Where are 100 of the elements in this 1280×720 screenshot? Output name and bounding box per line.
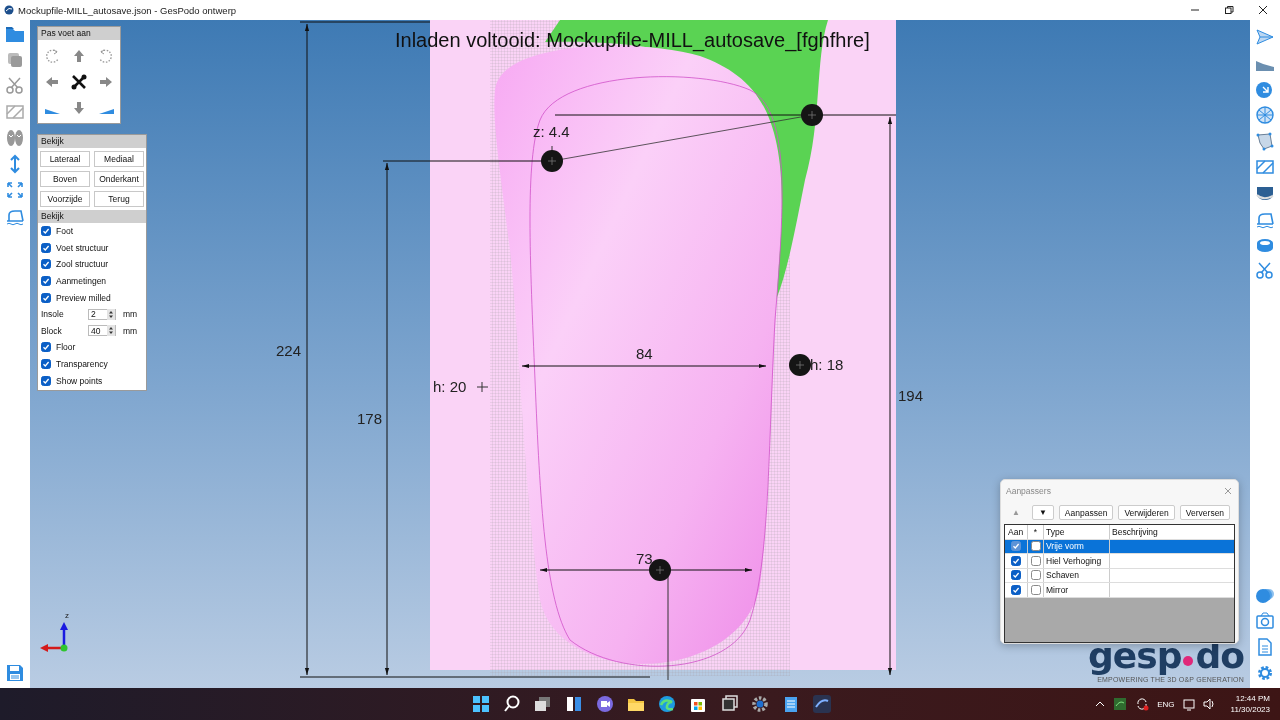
axis-label: z	[65, 611, 69, 620]
sandals-icon[interactable]	[5, 128, 25, 148]
table-cell: Vrije vorm	[1043, 539, 1109, 553]
toolbar-button[interactable]: Verwijderen	[1118, 505, 1175, 520]
mesh-ball-icon[interactable]	[1255, 105, 1275, 125]
checkbox[interactable]	[41, 226, 51, 237]
app-icon[interactable]	[812, 694, 832, 714]
window-title: Mockupfile-MILL_autosave.json - GesPodo ontwerp	[18, 4, 238, 16]
checkbox[interactable]	[1011, 541, 1021, 552]
arrow-down-icon[interactable]	[71, 100, 87, 116]
view-button[interactable]: Mediaal	[94, 151, 144, 167]
browser-icon[interactable]	[657, 694, 677, 714]
measure-point[interactable]	[801, 104, 823, 126]
search-icon[interactable]	[502, 694, 522, 714]
tools-icon[interactable]	[71, 74, 87, 90]
checkbox[interactable]	[41, 342, 51, 353]
checkbox[interactable]	[41, 359, 51, 370]
arrow-right-icon[interactable]	[98, 74, 114, 90]
checkbox[interactable]	[41, 375, 51, 386]
checkbox[interactable]	[1011, 555, 1021, 566]
checkbox[interactable]	[1011, 570, 1021, 581]
option-label: Voet structuur	[56, 242, 109, 253]
option-label: Transparency	[56, 359, 108, 370]
unit-label: mm	[123, 325, 138, 336]
scissors-icon[interactable]	[5, 76, 25, 96]
checkbox[interactable]	[41, 276, 51, 287]
expand-icon[interactable]	[5, 180, 25, 200]
field-label: Block	[41, 325, 63, 336]
table-cell: Hiel Verhoging	[1043, 554, 1109, 568]
volume-icon[interactable]	[1202, 697, 1215, 711]
widgets-icon[interactable]	[564, 694, 584, 714]
dimension-label: 224	[276, 342, 302, 360]
scissors-icon[interactable]	[1255, 261, 1275, 281]
checkbox[interactable]	[1030, 570, 1041, 581]
clock-time[interactable]: 12:44 PM	[1235, 694, 1270, 703]
settings-icon[interactable]	[750, 694, 770, 714]
measure-point[interactable]	[789, 354, 811, 376]
dialog-title: Aanpassers	[1006, 486, 1051, 496]
spin-arrows-icon[interactable]	[107, 308, 115, 320]
checkbox[interactable]	[1011, 584, 1021, 595]
checkbox[interactable]	[41, 242, 51, 253]
option-label: Show points	[56, 375, 103, 386]
chat-icon[interactable]	[595, 694, 615, 714]
dimension-label: 73	[636, 550, 653, 568]
arrow-left-icon[interactable]	[44, 74, 60, 90]
number-field[interactable]: 2	[88, 308, 116, 320]
checkbox[interactable]	[1030, 555, 1041, 566]
column-header: *	[1027, 525, 1043, 539]
number-field[interactable]: 40	[88, 325, 116, 337]
folder-icon[interactable]	[5, 24, 25, 44]
dimension-label: 84	[636, 345, 653, 363]
clock-date[interactable]: 11/30/2023	[1230, 705, 1270, 714]
option-label: Preview milled	[56, 292, 111, 303]
view-button[interactable]: Onderkant	[94, 171, 144, 187]
tray-app-icon[interactable]	[1113, 697, 1128, 711]
option-label: Zool structuur	[56, 259, 108, 270]
checkbox[interactable]	[1030, 541, 1041, 552]
logo-text: do	[1195, 638, 1244, 674]
table-cell: Schaven	[1043, 568, 1109, 582]
settings-icon[interactable]	[1255, 663, 1275, 683]
restore-icon[interactable]	[1224, 5, 1234, 15]
layers-icon[interactable]	[5, 50, 25, 70]
camera-icon[interactable]	[1255, 611, 1275, 631]
table-row[interactable]: Mirror	[1005, 583, 1234, 598]
task-view-icon[interactable]	[533, 694, 553, 714]
view-button[interactable]: Voorzijde	[40, 191, 90, 207]
dimension-label: 194	[898, 387, 924, 405]
sync-icon[interactable]	[1135, 697, 1150, 711]
point-label: h: 20	[433, 378, 467, 396]
document-icon[interactable]	[1255, 637, 1275, 657]
save-icon[interactable]	[5, 663, 25, 683]
column-header: Beschrijving	[1109, 525, 1234, 539]
toolbar-button[interactable]: Verversen	[1179, 505, 1231, 520]
network-icon[interactable]	[1182, 697, 1195, 711]
checkbox[interactable]	[41, 259, 51, 270]
measure-point[interactable]	[541, 150, 563, 172]
rotate-sphere-icon[interactable]	[1255, 79, 1275, 99]
checkbox[interactable]	[1030, 584, 1041, 595]
move-button[interactable]: ▼	[1031, 505, 1054, 520]
close-icon[interactable]	[1258, 5, 1268, 15]
chevron-up-icon[interactable]	[1095, 700, 1106, 708]
unit-label: mm	[123, 309, 138, 320]
hatched-rect-icon[interactable]	[1255, 157, 1275, 177]
option-label: Foot	[56, 226, 73, 237]
windows-stack-icon[interactable]	[719, 694, 739, 714]
start-icon[interactable]	[471, 694, 491, 714]
view-button[interactable]: Terug	[94, 191, 144, 207]
language-indicator[interactable]: ENG	[1157, 699, 1175, 709]
paper-plane-icon[interactable]	[1255, 27, 1275, 47]
view-button[interactable]: Boven	[40, 171, 90, 187]
dot-icon	[1183, 656, 1194, 666]
polygon-icon[interactable]	[1255, 131, 1275, 151]
table-row[interactable]: Hiel Verhoging	[1005, 554, 1234, 569]
column-header: Type	[1043, 525, 1109, 539]
toolbar-button[interactable]: Aanpassen	[1058, 505, 1114, 520]
arrow-up-icon[interactable]	[71, 48, 87, 64]
spin-arrows-icon[interactable]	[107, 325, 115, 337]
panel-title: Pas voet aan	[38, 27, 120, 40]
view-button[interactable]: Lateraal	[40, 151, 90, 167]
checkbox[interactable]	[41, 292, 51, 303]
